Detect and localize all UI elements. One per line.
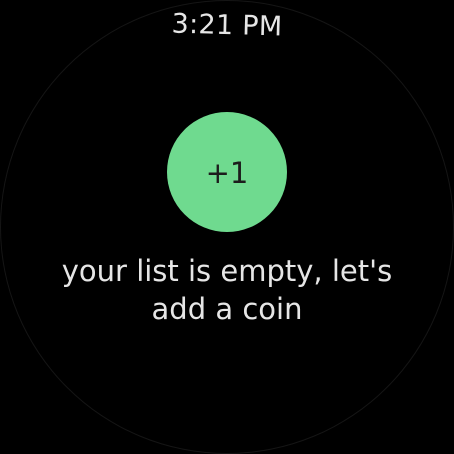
empty-list-message: your list is empty, let's add a coin bbox=[61, 254, 393, 326]
add-coin-button[interactable]: +1 bbox=[167, 112, 287, 232]
status-time: 3:21 PM bbox=[171, 8, 283, 43]
add-button-label: +1 bbox=[205, 155, 249, 190]
watch-screen: 3:21 PM +1 your list is empty, let's add… bbox=[0, 0, 454, 454]
